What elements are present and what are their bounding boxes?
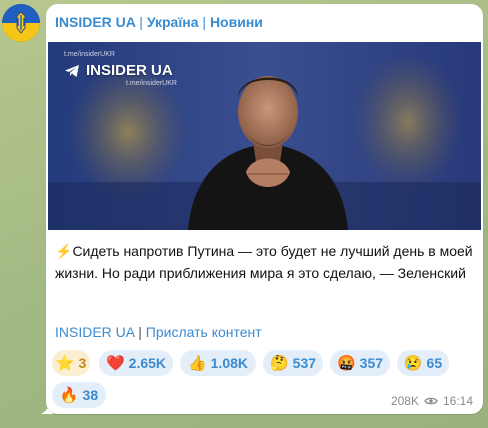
channel-name[interactable]: INSIDER UA — [55, 14, 135, 30]
reaction-thumbs-up[interactable]: 👍 1.08K — [180, 350, 256, 376]
channel-link[interactable]: INSIDER UA — [55, 324, 134, 340]
post-text: ⚡Сидеть напротив Путина — это будет не л… — [55, 240, 475, 284]
views-count: 208K — [390, 394, 419, 408]
links-separator: | — [138, 324, 142, 340]
reaction-count: 537 — [292, 355, 317, 371]
submit-content-link[interactable]: Прислать контент — [146, 324, 262, 340]
reaction-count: 357 — [359, 355, 384, 371]
channel-subtitle-news: Новини — [209, 14, 263, 30]
reaction-crying[interactable]: 😢 65 — [397, 350, 449, 376]
title-separator-2: | — [202, 14, 207, 30]
channel-subtitle-ukraine: Україна — [146, 14, 199, 30]
watermark-top: t.me/insiderUKR — [64, 51, 115, 58]
channel-title[interactable]: INSIDER UA | Україна | Новини — [55, 14, 263, 30]
ukraine-emblem-icon — [2, 4, 40, 42]
message-time: 16:14 — [442, 394, 473, 408]
reaction-fire[interactable]: 🔥 38 — [52, 382, 106, 408]
crying-icon: 😢 — [403, 354, 423, 372]
channel-avatar[interactable] — [2, 4, 40, 42]
reaction-stars[interactable]: ⭐ 3 — [52, 350, 90, 376]
photo-logo: INSIDER UA — [64, 62, 173, 79]
thumbs-up-icon: 👍 — [187, 354, 207, 372]
post-body: Сидеть напротив Путина — это будет не лу… — [55, 243, 473, 281]
angry-icon: 🤬 — [336, 354, 356, 372]
reaction-count: 38 — [82, 387, 99, 403]
lightning-icon: ⚡ — [55, 243, 73, 259]
message-meta: 208K 16:14 — [391, 394, 473, 408]
reaction-heart[interactable]: ❤️ 2.65K — [99, 350, 173, 376]
reaction-count: 2.65K — [128, 355, 167, 371]
reaction-angry[interactable]: 🤬 357 — [330, 350, 390, 376]
title-separator: | — [139, 14, 143, 30]
photo-logo-text: INSIDER UA — [86, 62, 173, 79]
thinking-icon: 🤔 — [269, 354, 289, 372]
reaction-count: 1.08K — [210, 355, 249, 371]
telegram-icon — [65, 64, 79, 77]
fire-icon: 🔥 — [59, 386, 79, 404]
star-icon: ⭐ — [55, 354, 75, 372]
reaction-count: 65 — [426, 355, 443, 371]
post-links: INSIDER UA | Прислать контент — [55, 324, 262, 340]
heart-icon: ❤️ — [105, 354, 125, 372]
post-photo[interactable]: t.me/insiderUKR INSIDER UA t.me/insiderU… — [48, 42, 481, 230]
message-bubble: INSIDER UA | Україна | Новини t.me/insid… — [46, 4, 483, 414]
reaction-count: 3 — [78, 355, 87, 371]
watermark-bottom: t.me/insiderUKR — [126, 80, 177, 87]
eye-icon — [424, 397, 438, 405]
reaction-thinking[interactable]: 🤔 537 — [263, 350, 323, 376]
